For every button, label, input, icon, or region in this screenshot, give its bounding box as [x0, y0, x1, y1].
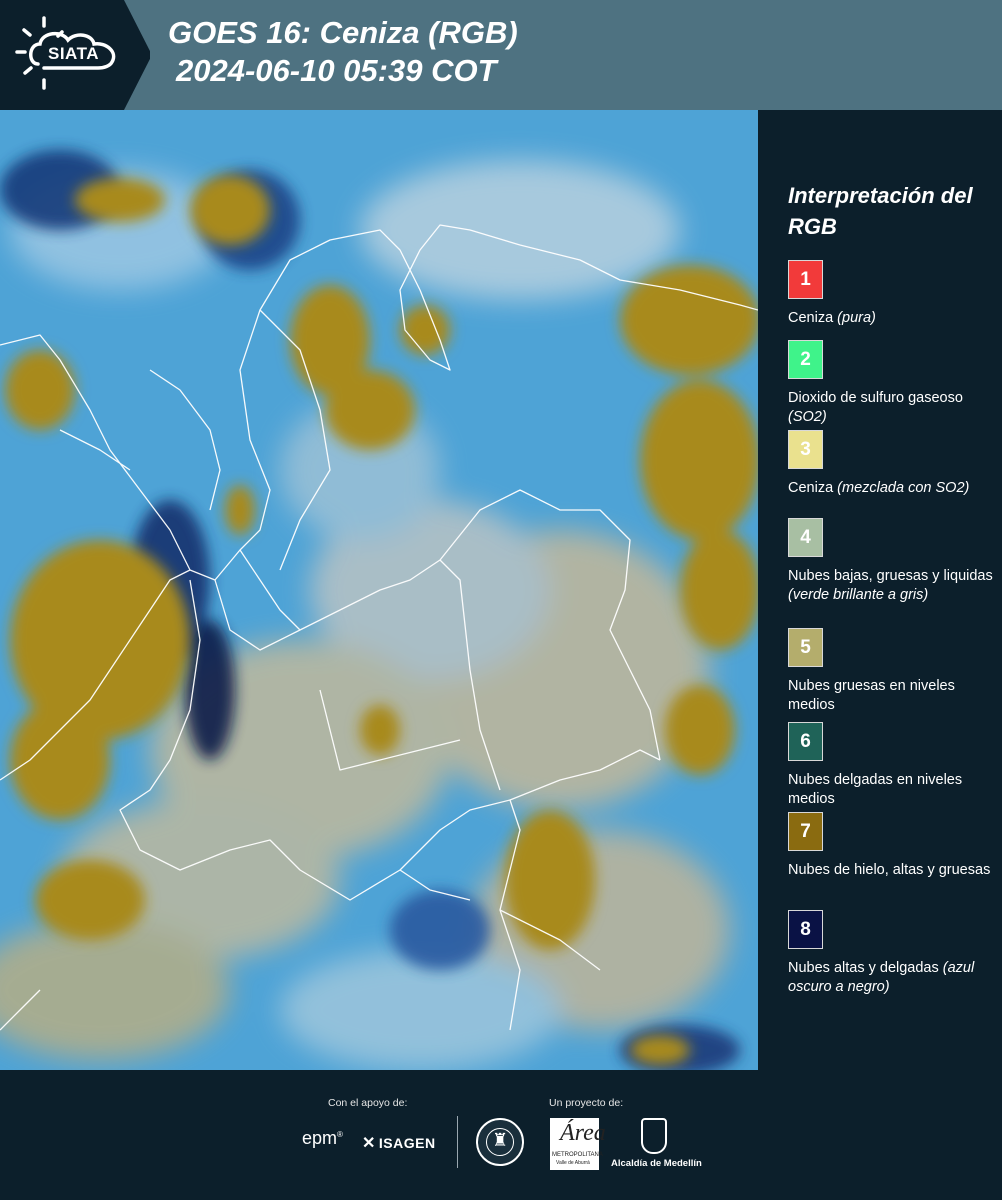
legend-item-note: (SO2) — [788, 409, 827, 425]
legend-item-note: (verde brillante a gris) — [788, 587, 929, 603]
isagen-mark-icon: ✕ — [362, 1135, 376, 1152]
logo-text: SIATA — [48, 44, 99, 63]
epm-logo: epm® — [302, 1128, 343, 1148]
legend-item-text: Ceniza — [788, 310, 834, 326]
footer-divider — [457, 1116, 458, 1168]
legend-item-text: Nubes gruesas en niveles medios — [788, 678, 955, 713]
legend-item: 7 Nubes de hielo, altas y gruesas — [788, 812, 998, 880]
legend-item-label: Dioxido de sulfuro gaseoso (SO2) — [788, 389, 998, 427]
title-product: GOES 16: Ceniza (RGB) — [168, 15, 518, 50]
legend-swatch: 6 — [788, 722, 823, 761]
legend-item-label: Nubes altas y delgadas (azul oscuro a ne… — [788, 959, 998, 997]
isagen-logo: ✕ ISAGEN — [362, 1133, 436, 1153]
legend-item-label: Nubes gruesas en niveles medios — [788, 677, 998, 715]
seal-glyph-icon: ♜ — [492, 1130, 509, 1150]
legend-item: 8 Nubes altas y delgadas (azul oscuro a n… — [788, 910, 998, 997]
area-logo-region: Valle de Aburrá — [556, 1160, 590, 1166]
epm-logo-text: epm — [302, 1128, 338, 1148]
legend-item-text: Nubes delgadas en niveles medios — [788, 772, 963, 807]
medellin-logo-text: Alcaldía de Medellín — [611, 1158, 702, 1169]
legend-item: 1 Ceniza (pura) — [788, 260, 998, 328]
legend-swatch: 8 — [788, 910, 823, 949]
legend-item-label: Nubes bajas, gruesas y liquidas (verde b… — [788, 567, 998, 605]
university-seal-icon: ♜ — [476, 1118, 524, 1166]
legend-item-label: Ceniza (pura) — [788, 309, 998, 328]
alcaldia-medellin-logo: Alcaldía de Medellín — [611, 1118, 703, 1172]
legend-item: 5 Nubes gruesas en niveles medios — [788, 628, 998, 715]
legend-item-text: Dioxido de sulfuro gaseoso — [788, 390, 963, 406]
legend-swatch: 5 — [788, 628, 823, 667]
area-metropolitana-logo: Área METROPOLITANA Valle de Aburrá — [550, 1118, 606, 1170]
legend-item: 3 Ceniza (mezclada con SO2) — [788, 430, 998, 498]
legend-item-text: Ceniza — [788, 480, 834, 496]
legend-item-note: (mezclada con SO2) — [837, 480, 970, 496]
legend-item-text: Nubes de hielo, altas y gruesas — [788, 862, 991, 878]
header: SIATA GOES 16: Ceniza (RGB) 2024-06-10 0… — [0, 0, 1002, 110]
satellite-map — [0, 110, 758, 1070]
footer: Con el apoyo de: Un proyecto de: epm® ✕ I… — [0, 1070, 1002, 1200]
title-timestamp: 2024-06-10 05:39 COT — [176, 53, 497, 88]
rgb-legend: Interpretación del RGB 1 Ceniza (pura) 2 Di… — [760, 110, 1002, 1070]
project-label: Un proyecto de: — [549, 1097, 624, 1109]
legend-swatch: 7 — [788, 812, 823, 851]
legend-item: 2 Dioxido de sulfuro gaseoso (SO2) — [788, 340, 998, 427]
legend-item: 4 Nubes bajas, gruesas y liquidas (verde … — [788, 518, 998, 605]
legend-swatch: 1 — [788, 260, 823, 299]
legend-swatch: 2 — [788, 340, 823, 379]
siata-logo: SIATA — [0, 0, 150, 110]
satellite-image — [0, 110, 758, 1070]
page-title: GOES 16: Ceniza (RGB) 2024-06-10 05:39 C… — [168, 14, 518, 90]
legend-item-text: Nubes altas y delgadas — [788, 960, 939, 976]
legend-item-label: Nubes de hielo, altas y gruesas — [788, 861, 998, 880]
area-logo-mark: Área — [560, 1120, 606, 1146]
medellin-shield-icon — [641, 1118, 667, 1154]
legend-swatch: 4 — [788, 518, 823, 557]
support-label: Con el apoyo de: — [328, 1097, 408, 1109]
legend-item-label: Ceniza (mezclada con SO2) — [788, 479, 998, 498]
legend-item-label: Nubes delgadas en niveles medios — [788, 771, 998, 809]
isagen-logo-text: ISAGEN — [378, 1135, 436, 1151]
legend-item-text: Nubes bajas, gruesas y liquidas — [788, 568, 993, 584]
legend-swatch: 3 — [788, 430, 823, 469]
area-logo-subtitle: METROPOLITANA — [552, 1152, 603, 1158]
legend-item: 6 Nubes delgadas en niveles medios — [788, 722, 998, 809]
legend-item-note: (pura) — [837, 310, 876, 326]
legend-title: Interpretación del RGB — [788, 183, 973, 239]
